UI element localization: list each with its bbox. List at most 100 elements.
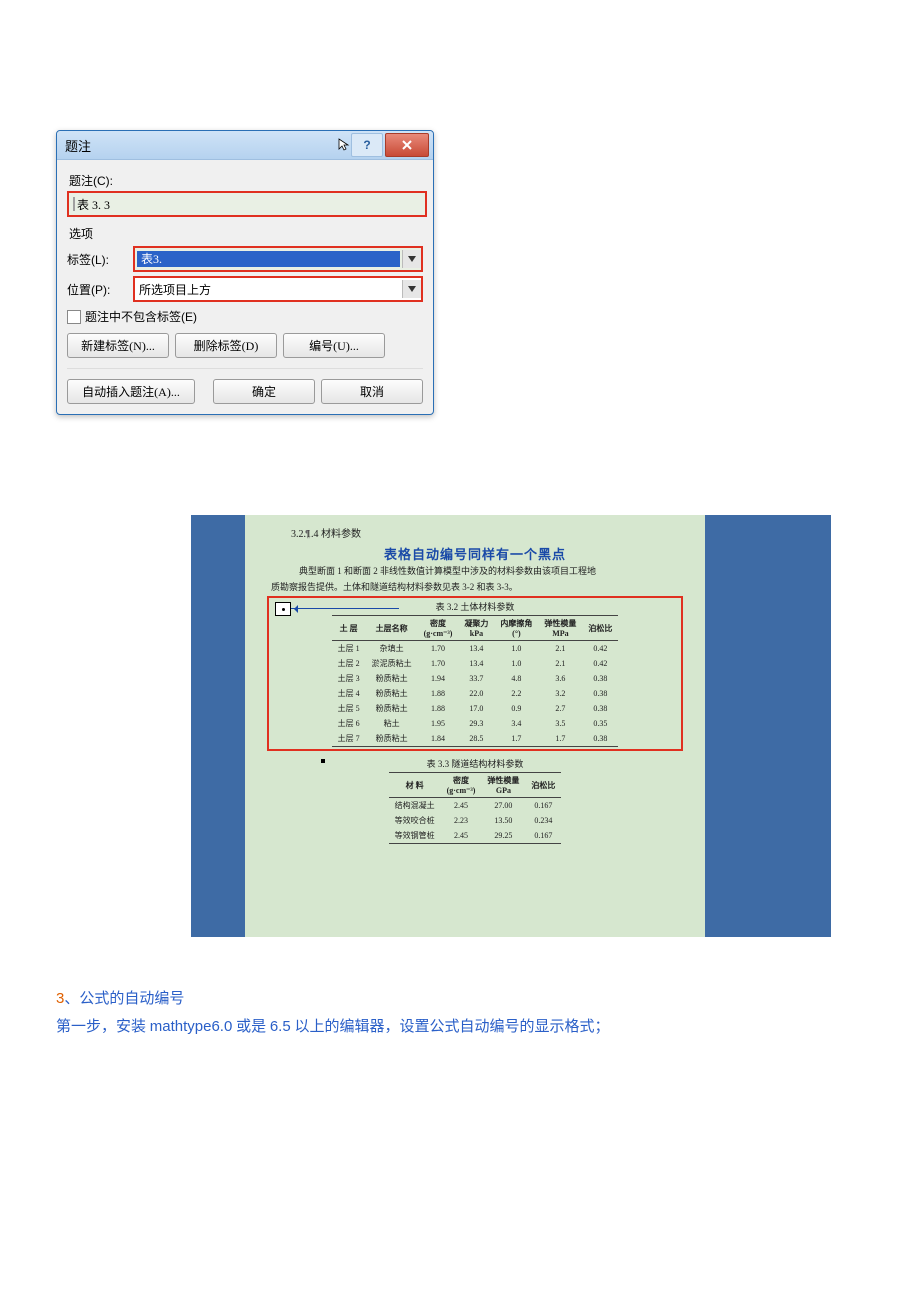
table-cell: 土层 5 — [332, 701, 366, 716]
table-3-2: 土 层土层名称密度(g·cm⁻³)凝聚力kPa内摩擦角(°)弹性模量MPa泊松比… — [332, 615, 619, 747]
table-row: 土层 4粉质粘土1.8822.02.23.20.38 — [332, 686, 619, 701]
checkbox-icon[interactable] — [67, 310, 81, 324]
auto-caption-button[interactable]: 自动插入题注(A)... — [67, 379, 195, 404]
table-cell: 2.2 — [494, 686, 538, 701]
table-cell: 1.0 — [494, 641, 538, 657]
exclude-label-checkbox-label: 题注中不包含标签(E) — [85, 308, 197, 325]
close-button[interactable] — [385, 133, 429, 157]
table-cell: 1.70 — [418, 641, 459, 657]
table-cell: 0.167 — [525, 798, 561, 814]
table-header-cell: 凝聚力kPa — [458, 616, 494, 641]
ok-button[interactable]: 确定 — [213, 379, 315, 404]
table-header-cell: 弹性模量GPa — [481, 773, 525, 798]
table-cell: 0.38 — [582, 671, 618, 686]
table-header-cell: 密度(g·cm⁻³) — [441, 773, 482, 798]
table-cell: 等效钢管桩 — [389, 828, 441, 844]
table-cell: 3.4 — [494, 716, 538, 731]
table-cell: 0.167 — [525, 828, 561, 844]
table-cell: 粉质粘土 — [366, 731, 418, 747]
table-cell: 17.0 — [458, 701, 494, 716]
table-cell: 0.38 — [582, 701, 618, 716]
table-cell: 0.9 — [494, 701, 538, 716]
table-cell: 3.2 — [538, 686, 582, 701]
dropdown-arrow-icon[interactable] — [402, 280, 421, 298]
table-cell: 土层 3 — [332, 671, 366, 686]
version-number: 6.5 — [270, 1018, 291, 1035]
section-title-paragraph: 3、公式的自动编号 — [56, 987, 864, 1011]
step-text: 以上的编辑器，设置公式自动编号的显示格式； — [291, 1019, 610, 1035]
document-page: ¶ 3.2.1.4 材料参数 表格自动编号同样有一个黑点 典型断面 1 和断面 … — [245, 515, 705, 937]
label-combobox[interactable]: 表3. — [133, 246, 423, 272]
callout-text: 表格自动编号同样有一个黑点 — [251, 544, 699, 563]
table-cell: 土层 2 — [332, 656, 366, 671]
table-cell: 1.94 — [418, 671, 459, 686]
position-combobox[interactable]: 所选项目上方 — [133, 276, 423, 302]
table-cell: 1.95 — [418, 716, 459, 731]
table-cell: 0.38 — [582, 686, 618, 701]
table-cell: 2.45 — [441, 798, 482, 814]
word-document-screenshot: ¶ 3.2.1.4 材料参数 表格自动编号同样有一个黑点 典型断面 1 和断面 … — [191, 515, 831, 937]
label-combobox-value: 表3. — [137, 251, 400, 267]
section-title-text: 、公式的自动编号 — [64, 991, 184, 1007]
table-cell: 土层 6 — [332, 716, 366, 731]
table-header-cell: 土 层 — [332, 616, 366, 641]
table-cell: 2.1 — [538, 641, 582, 657]
table-cell: 土层 4 — [332, 686, 366, 701]
body-text-line: 质勘察报告提供。土体和隧道结构材料参数见表 3-2 和表 3-3。 — [271, 581, 679, 595]
table-cell: 29.25 — [481, 828, 525, 844]
caption-input[interactable]: 表 3. 3 — [67, 191, 427, 217]
table-cell: 13.4 — [458, 656, 494, 671]
table-row: 结构混凝土2.4527.000.167 — [389, 798, 562, 814]
table-cell: 2.7 — [538, 701, 582, 716]
table-cell: 1.7 — [494, 731, 538, 747]
table-cell: 29.3 — [458, 716, 494, 731]
new-label-button[interactable]: 新建标签(N)... — [67, 333, 169, 358]
table-cell: 33.7 — [458, 671, 494, 686]
table-cell: 13.4 — [458, 641, 494, 657]
table-cell: 杂填土 — [366, 641, 418, 657]
table-cell: 结构混凝土 — [389, 798, 441, 814]
position-combobox-value: 所选项目上方 — [135, 281, 402, 298]
table-cell: 粘土 — [366, 716, 418, 731]
table-cell: 1.84 — [418, 731, 459, 747]
table-cell: 1.88 — [418, 686, 459, 701]
step-text: 或是 — [232, 1019, 270, 1035]
dropdown-arrow-icon[interactable] — [402, 250, 421, 268]
label-field-label: 标签(L): — [67, 251, 133, 268]
table-cell: 粉质粘土 — [366, 671, 418, 686]
cancel-button[interactable]: 取消 — [321, 379, 423, 404]
table-cell: 3.6 — [538, 671, 582, 686]
table-header-cell: 材 料 — [389, 773, 441, 798]
caption-input-value: 表 3. 3 — [77, 196, 110, 213]
table-row: 土层 6粘土1.9529.33.43.50.35 — [332, 716, 619, 731]
table-header-cell: 泊松比 — [525, 773, 561, 798]
table-row: 土层 5粉质粘土1.8817.00.92.70.38 — [332, 701, 619, 716]
table-cell: 2.1 — [538, 656, 582, 671]
body-text-line: 典型断面 1 和断面 2 非线性数值计算模型中涉及的材料参数由该项目工程地 — [299, 565, 679, 579]
table-header-cell: 密度(g·cm⁻³) — [418, 616, 459, 641]
table-row: 等效钢管桩2.4529.250.167 — [389, 828, 562, 844]
table-cell: 0.38 — [582, 731, 618, 747]
table-cell: 等效咬合桩 — [389, 813, 441, 828]
paragraph-mark-icon: ¶ — [305, 529, 310, 540]
table-cell: 4.8 — [494, 671, 538, 686]
callout-arrow-icon — [291, 608, 399, 609]
table-3-2-highlight: 表 3.2 土体材料参数 土 层土层名称密度(g·cm⁻³)凝聚力kPa内摩擦角… — [267, 596, 683, 751]
table-cell: 3.5 — [538, 716, 582, 731]
table-cell: 淤泥质粘土 — [366, 656, 418, 671]
dialog-titlebar[interactable]: 题注 ? — [57, 131, 433, 160]
caption-dialog: 题注 ? 题注(C): 表 3. 3 选项 标签(L): 表3. 位置(P): — [56, 130, 434, 415]
delete-label-button[interactable]: 删除标签(D) — [175, 333, 277, 358]
table-cell: 2.23 — [441, 813, 482, 828]
dialog-body: 题注(C): 表 3. 3 选项 标签(L): 表3. 位置(P): 所选项目上… — [57, 160, 433, 414]
table-cell: 1.70 — [418, 656, 459, 671]
table-cell: 2.45 — [441, 828, 482, 844]
table-cell: 1.88 — [418, 701, 459, 716]
table-cell: 22.0 — [458, 686, 494, 701]
table-cell: 土层 1 — [332, 641, 366, 657]
exclude-label-checkbox-row[interactable]: 题注中不包含标签(E) — [67, 308, 423, 325]
table-cell: 0.42 — [582, 656, 618, 671]
help-button[interactable]: ? — [351, 133, 383, 157]
numbering-button[interactable]: 编号(U)... — [283, 333, 385, 358]
table-header-cell: 泊松比 — [582, 616, 618, 641]
